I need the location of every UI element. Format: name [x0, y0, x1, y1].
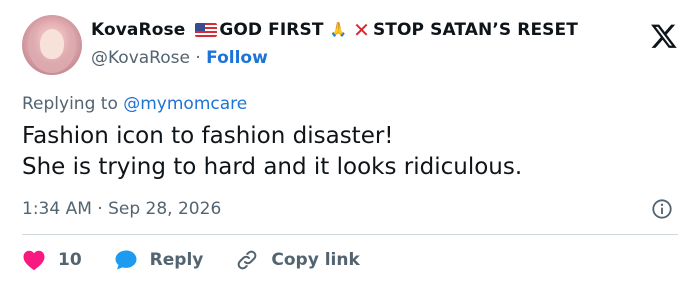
tweet-text-line-1: Fashion icon to fashion disaster!	[22, 123, 394, 149]
x-logo-icon[interactable]	[650, 22, 678, 50]
red-x-icon: ✕	[353, 18, 370, 42]
author-bio-text-1: GOD FIRST	[219, 20, 324, 40]
like-button[interactable]: 10	[22, 249, 82, 271]
handle-row: @KovaRose · Follow	[91, 48, 268, 68]
heart-icon	[23, 250, 45, 271]
tweet-text: Fashion icon to fashion disaster! She is…	[22, 121, 522, 183]
praying-hands-icon: 🙏	[329, 22, 348, 38]
tweet-date: Sep 28, 2026	[108, 199, 222, 219]
follow-button[interactable]: Follow	[206, 48, 268, 68]
reply-bubble-icon	[115, 250, 137, 270]
author-handle[interactable]: @KovaRose	[91, 48, 190, 68]
divider	[22, 234, 678, 235]
author-name-row[interactable]: KovaRose GOD FIRST 🙏 ✕ STOP SATAN’S RESE…	[91, 20, 578, 40]
replying-to: Replying to @mymomcare	[22, 94, 247, 114]
action-bar: 10 Reply Copy link	[22, 247, 392, 273]
meta-separator: ·	[97, 199, 103, 219]
info-icon[interactable]	[651, 198, 673, 220]
tweet-text-line-2: She is trying to hard and it looks ridic…	[22, 154, 523, 180]
author-name[interactable]: KovaRose	[91, 20, 185, 40]
tweet-time: 1:34 AM	[22, 199, 92, 219]
us-flag-icon	[195, 23, 218, 37]
avatar[interactable]	[22, 15, 82, 75]
copy-link-button[interactable]: Copy link	[235, 248, 360, 272]
tweet-timestamp[interactable]: 1:34 AM · Sep 28, 2026	[22, 199, 221, 219]
like-count: 10	[58, 250, 82, 270]
author-bio-text-2: STOP SATAN’S RESET	[372, 20, 578, 40]
link-icon	[238, 250, 257, 270]
copy-link-label: Copy link	[271, 250, 360, 270]
handle-separator: ·	[195, 48, 201, 68]
reply-mention-link[interactable]: @mymomcare	[123, 94, 247, 114]
reply-label: Reply	[149, 250, 204, 270]
reply-button[interactable]: Reply	[114, 249, 204, 271]
replying-prefix: Replying to	[22, 94, 118, 114]
